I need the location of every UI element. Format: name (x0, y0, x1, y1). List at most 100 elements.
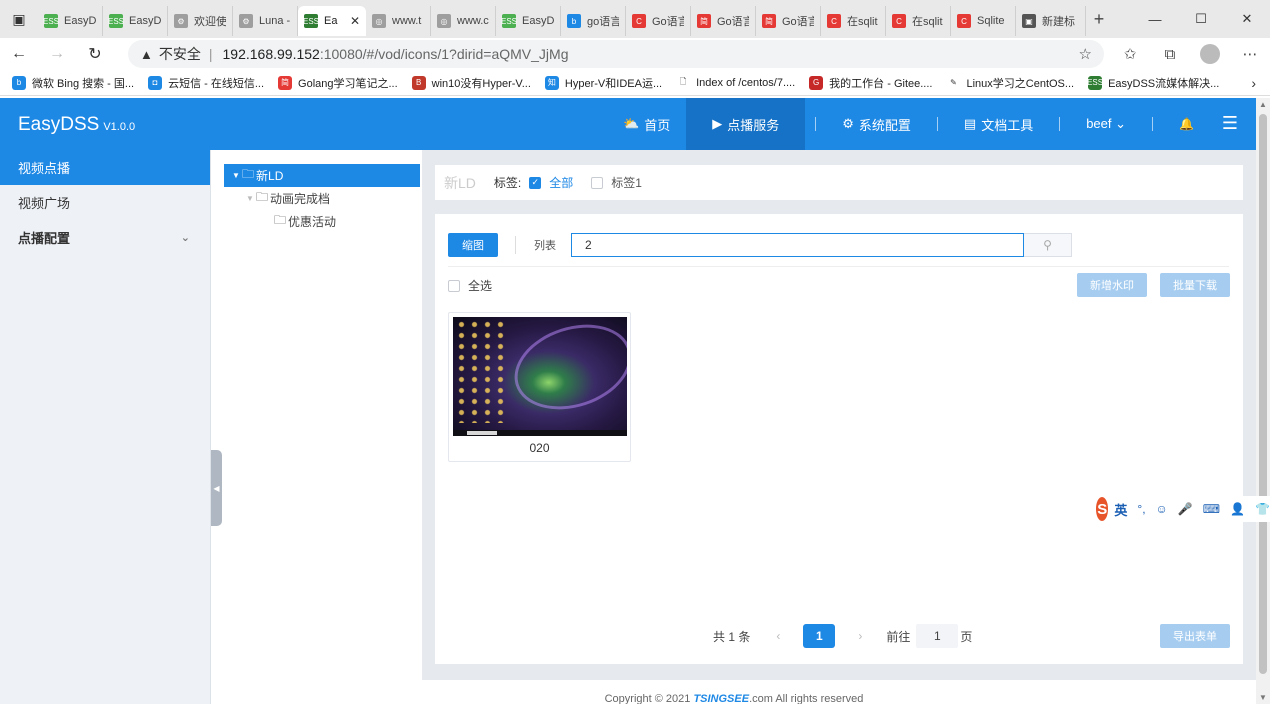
browser-tab[interactable]: C 在sqlit (821, 6, 886, 36)
nav-home[interactable]: ⛅ 首页 (607, 98, 686, 150)
sidebar-collapse-handle[interactable]: ◀ (211, 450, 222, 526)
punctuation-icon[interactable]: °, (1137, 502, 1145, 516)
url-field[interactable]: ▲ 不安全 | 192.168.99.152 :10080/#/vod/icon… (128, 40, 1104, 68)
view-divider (515, 236, 516, 254)
back-button[interactable]: ← (0, 45, 38, 63)
maximize-button[interactable]: ☐ (1178, 0, 1224, 38)
browser-tab[interactable]: ESS EasyDS (103, 6, 168, 36)
app-logo[interactable]: EasyDSS V1.0.0 (18, 114, 135, 136)
ime-language-toggle[interactable]: 英 (1114, 500, 1127, 519)
export-button[interactable]: 导出表单 (1160, 624, 1230, 648)
search-input[interactable] (571, 233, 1024, 257)
nav-vod-service[interactable]: ▶ 点播服务 (686, 98, 806, 150)
bookmark-star-icon[interactable]: ☆ (1079, 45, 1092, 63)
top-nav: ⛅ 首页 ▶ 点播服务 ⚙ 系统配置 ▤ 文档工具 beef ⌄ 🔔 (607, 98, 1210, 150)
browser-tab[interactable]: C Go语言 (626, 6, 691, 36)
bookmark-item[interactable]: 简 Golang学习笔记之... (278, 75, 398, 91)
bookmark-item[interactable]: ESS EasyDSS流媒体解决... (1087, 75, 1219, 91)
browser-tab[interactable]: ◎ www.t (366, 6, 431, 36)
tag-all-checkbox[interactable]: ✓ (529, 176, 542, 189)
bookmark-favicon-icon: 简 (278, 75, 293, 90)
add-watermark-button[interactable]: 新增水印 (1077, 273, 1147, 297)
media-panel: 缩图 列表 ⚲ 全选 新增水印 批量下载 020 共 1 条 ‹ 1 › 前往 (435, 214, 1243, 664)
caret-down-icon[interactable]: ▼ (230, 171, 242, 180)
select-all-checkbox[interactable] (448, 279, 460, 292)
scroll-up-icon[interactable]: ▲ (1259, 100, 1267, 109)
browser-tab[interactable]: ⚙ 欢迎使 (168, 6, 233, 36)
more-menu-icon[interactable]: ⋯ (1230, 45, 1270, 63)
bookmark-item[interactable]: ◘ 云短信 - 在线短信... (148, 75, 264, 91)
list-view-button[interactable]: 列表 (525, 233, 565, 257)
keyboard-icon[interactable]: ⌨ (1203, 502, 1220, 516)
browser-tab[interactable]: b go语言 (561, 6, 626, 36)
browser-tab[interactable]: ◎ www.c (431, 6, 496, 36)
tag-1-checkbox[interactable] (591, 176, 604, 189)
browser-tab[interactable]: C 在sqlit (886, 6, 951, 36)
video-thumbnail[interactable] (453, 317, 627, 436)
browser-tab[interactable]: ESS Ea ✕ (298, 6, 366, 36)
tree-node-root[interactable]: ▼ 🗀 新LD (224, 164, 420, 187)
browser-tab[interactable]: 简 Go语言 (691, 6, 756, 36)
select-all[interactable]: 全选 (448, 277, 492, 294)
tab-actions-icon[interactable]: ▣ (0, 0, 38, 38)
bookmark-item[interactable]: 知 Hyper-V和IDEA运... (544, 75, 662, 91)
caret-down-icon[interactable]: ▼ (244, 194, 256, 203)
close-tab-icon[interactable]: ✕ (350, 14, 360, 28)
gear-icon: ⚙ (842, 116, 854, 131)
bookmark-item[interactable]: Bwin10没有Hyper-V... (411, 75, 531, 91)
goto-page-input[interactable]: 1 (916, 624, 959, 648)
url-host: 192.168.99.152 (222, 46, 320, 62)
main-content: 新LD 标签: ✓ 全部 标签1 缩图 列表 ⚲ 全选 新增水印 批量下载 02… (422, 150, 1256, 680)
microphone-icon[interactable]: 🎤 (1178, 502, 1193, 516)
tag-all-label[interactable]: 全部 (549, 174, 573, 191)
footer-brand[interactable]: TSINGSEE (693, 693, 749, 704)
nav-docs-tools[interactable]: ▤ 文档工具 (948, 98, 1049, 150)
thumbnail-view-button[interactable]: 缩图 (448, 233, 498, 257)
favorites-icon[interactable]: ✩ (1110, 45, 1150, 63)
browser-tab[interactable]: ESS EasyDS (38, 6, 103, 36)
prev-page-button[interactable]: ‹ (768, 629, 788, 643)
browser-tab[interactable]: C Sqlite (951, 6, 1016, 36)
current-page-button[interactable]: 1 (803, 624, 836, 648)
new-tab-button[interactable]: + (1086, 9, 1112, 30)
browser-tab[interactable]: ⚙ Luna - (233, 6, 298, 36)
user-icon[interactable]: 👤 (1230, 502, 1245, 516)
sidebar-item-vod-config[interactable]: 点播配置 ⌄ (0, 220, 210, 255)
thumbnail-taskbar-search (467, 431, 497, 435)
current-folder-name: 新LD (444, 174, 476, 191)
profile-avatar[interactable] (1190, 44, 1230, 64)
sidebar-item-video-square[interactable]: 视频广场 (0, 185, 210, 220)
collections-icon[interactable]: ⧉ (1150, 46, 1190, 63)
minimize-button[interactable]: — (1132, 0, 1178, 38)
warning-icon[interactable]: ▲ (140, 47, 153, 62)
sidebar-item-vod[interactable]: 视频点播 (0, 150, 210, 185)
bookmark-item[interactable]: ✎ Linux学习之CentOS... (946, 75, 1074, 91)
tree-node-promotion[interactable]: 🗀 优惠活动 (222, 210, 422, 233)
browser-tab[interactable]: 简 Go语言 (756, 6, 821, 36)
batch-download-button[interactable]: 批量下载 (1160, 273, 1230, 297)
browser-tab[interactable]: ▣ 新建标 (1016, 6, 1086, 36)
hamburger-menu-icon[interactable]: ☰ (1222, 113, 1238, 134)
skin-icon[interactable]: 👕 (1255, 502, 1270, 516)
notification-button[interactable]: 🔔 (1163, 98, 1210, 150)
page-scrollbar[interactable]: ▲ ▼ (1256, 98, 1270, 704)
scrollbar-thumb[interactable] (1259, 114, 1267, 674)
close-window-button[interactable]: ✕ (1224, 0, 1270, 38)
scroll-down-icon[interactable]: ▼ (1259, 693, 1267, 702)
next-page-button[interactable]: › (850, 629, 870, 643)
browser-tab[interactable]: ESS EasyD (496, 6, 561, 36)
reload-button[interactable]: ↻ (76, 44, 114, 64)
bookmark-item[interactable]: 🗋 Index of /centos/7.... (676, 75, 795, 90)
tree-node-animation[interactable]: ▼ 🗀 动画完成档 (222, 187, 422, 210)
bookmarks-more-icon[interactable]: › (1251, 75, 1256, 91)
sogou-logo-icon[interactable]: S (1096, 497, 1109, 521)
forward-button[interactable]: → (38, 45, 76, 63)
bookmark-item[interactable]: G 我的工作台 - Gitee.... (809, 75, 932, 91)
tag-1-label[interactable]: 标签1 (611, 174, 642, 191)
user-menu[interactable]: beef ⌄ (1070, 98, 1142, 150)
bookmark-item[interactable]: b 微软 Bing 搜索 - 国... (12, 75, 134, 91)
nav-system-config[interactable]: ⚙ 系统配置 (826, 98, 927, 150)
media-item[interactable]: 020 (448, 312, 631, 462)
emoji-icon[interactable]: ☺ (1156, 502, 1168, 516)
search-button[interactable]: ⚲ (1024, 233, 1072, 257)
